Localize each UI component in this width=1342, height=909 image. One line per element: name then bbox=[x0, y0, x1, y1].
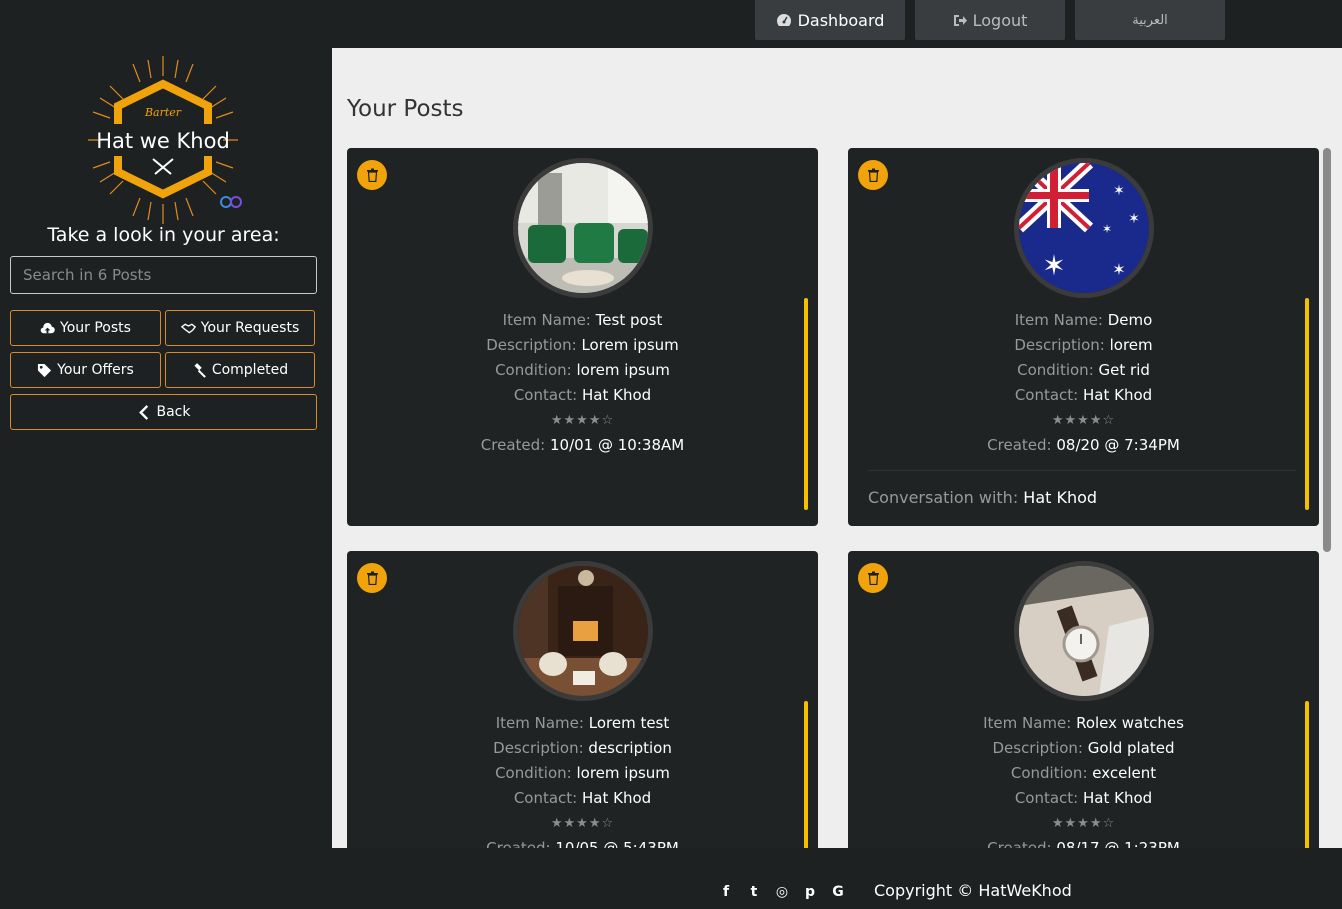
post-card: ✶ ✶ ✶ ✶ ✶ Item Name: Demo Description: lorem… bbox=[848, 148, 1319, 526]
main-content: Your Posts Item Name: Test post Descript… bbox=[332, 48, 1342, 848]
post-item-name: Test post bbox=[595, 311, 663, 329]
post-contact: Hat Khod bbox=[582, 789, 652, 807]
conversation-with: Hat Khod bbox=[1023, 488, 1098, 507]
twitter-icon[interactable]: t bbox=[746, 884, 762, 900]
gavel-icon bbox=[194, 362, 206, 378]
post-info: Item Name: Demo Description: lorem Condi… bbox=[848, 308, 1319, 458]
post-condition: Get rid bbox=[1098, 361, 1150, 379]
star-rating: ★★★★☆ bbox=[550, 413, 615, 428]
delete-button[interactable] bbox=[357, 160, 387, 190]
post-condition: lorem ipsum bbox=[576, 361, 670, 379]
footer: f t ◎ p G Copyright © HatWeKhod bbox=[332, 872, 1342, 909]
your-posts-button[interactable]: Your Posts bbox=[10, 310, 161, 346]
post-card: Item Name: Rolex watches Description: Go… bbox=[848, 551, 1319, 848]
language-label: العربية bbox=[1132, 12, 1168, 28]
post-created: 10/01 @ 10:38AM bbox=[550, 436, 685, 454]
svg-text:✶: ✶ bbox=[1113, 183, 1125, 199]
delete-button[interactable] bbox=[357, 563, 387, 593]
post-image-australia-flag: ✶ ✶ ✶ ✶ ✶ bbox=[1014, 158, 1154, 298]
language-button[interactable]: العربية bbox=[1075, 0, 1225, 40]
post-created: 10/05 @ 5:43PM bbox=[555, 839, 679, 848]
your-requests-button[interactable]: Your Requests bbox=[165, 310, 315, 346]
dashboard-icon bbox=[776, 14, 791, 26]
post-image-green-sofa bbox=[513, 158, 653, 298]
page-title: Your Posts bbox=[347, 96, 464, 122]
completed-button[interactable]: Completed bbox=[165, 352, 315, 388]
logout-button[interactable]: Logout bbox=[915, 0, 1065, 40]
star-rating: ★★★★☆ bbox=[1051, 816, 1116, 831]
post-info: Item Name: Test post Description: Lorem … bbox=[347, 308, 818, 458]
logout-label: Logout bbox=[972, 10, 1028, 30]
post-created: 08/17 @ 1:23PM bbox=[1056, 839, 1180, 848]
svg-text:✶: ✶ bbox=[1112, 260, 1125, 279]
accent-line bbox=[804, 701, 808, 848]
svg-text:✶: ✶ bbox=[1042, 249, 1065, 282]
post-description: lorem bbox=[1109, 336, 1153, 354]
tag-icon bbox=[38, 363, 52, 377]
trash-icon bbox=[867, 571, 879, 585]
post-card: Item Name: Lorem test Description: descr… bbox=[347, 551, 818, 848]
post-contact: Hat Khod bbox=[1083, 789, 1153, 807]
back-label: Back bbox=[156, 404, 191, 420]
your-offers-label: Your Offers bbox=[57, 362, 134, 378]
post-image-living-room bbox=[513, 561, 653, 701]
dashboard-label: Dashboard bbox=[797, 10, 885, 30]
google-icon[interactable]: G bbox=[830, 884, 846, 900]
post-contact: Hat Khod bbox=[582, 386, 652, 404]
social-links: f t ◎ p G bbox=[718, 884, 846, 900]
hat-we-khod-logo: Barter Hat we Khod bbox=[88, 56, 242, 224]
post-item-name: Demo bbox=[1107, 311, 1153, 329]
star-rating: ★★★★☆ bbox=[1051, 413, 1116, 428]
your-requests-label: Your Requests bbox=[200, 320, 300, 336]
facebook-icon[interactable]: f bbox=[718, 884, 734, 900]
delete-button[interactable] bbox=[858, 160, 888, 190]
star-rating: ★★★★☆ bbox=[550, 816, 615, 831]
handshake-icon bbox=[180, 323, 196, 333]
post-info: Item Name: Rolex watches Description: Go… bbox=[848, 711, 1319, 848]
logo-brand-text: Hat we Khod bbox=[96, 129, 230, 153]
your-posts-label: Your Posts bbox=[60, 320, 131, 336]
conversation-row[interactable]: Conversation with: Hat Khod bbox=[868, 470, 1296, 507]
logout-icon bbox=[953, 14, 967, 26]
post-description: description bbox=[588, 739, 672, 757]
post-card: Item Name: Test post Description: Lorem … bbox=[347, 148, 818, 526]
sidebar: Barter Hat we Khod Take a look in your a… bbox=[0, 48, 332, 872]
accent-line bbox=[1305, 701, 1309, 848]
back-button[interactable]: Back bbox=[10, 394, 317, 430]
chevron-left-icon bbox=[138, 404, 148, 420]
trash-icon bbox=[366, 168, 378, 182]
completed-label: Completed bbox=[211, 362, 289, 378]
top-bar: Dashboard Logout العربية bbox=[0, 0, 1342, 48]
delete-button[interactable] bbox=[858, 563, 888, 593]
post-item-name: Lorem test bbox=[588, 714, 670, 732]
accent-line bbox=[804, 298, 808, 510]
post-condition: excelent bbox=[1092, 764, 1157, 782]
svg-text:✶: ✶ bbox=[1128, 211, 1140, 227]
dashboard-button[interactable]: Dashboard bbox=[755, 0, 905, 40]
post-info: Item Name: Lorem test Description: descr… bbox=[347, 711, 818, 848]
post-created: 08/20 @ 7:34PM bbox=[1056, 436, 1180, 454]
post-contact: Hat Khod bbox=[1083, 386, 1153, 404]
logo-sub-text: Barter bbox=[144, 106, 182, 119]
instagram-icon[interactable]: ◎ bbox=[774, 884, 790, 900]
scrollbar[interactable] bbox=[1323, 148, 1331, 552]
search-input[interactable] bbox=[10, 256, 317, 294]
post-description: Lorem ipsum bbox=[581, 336, 679, 354]
post-description: Gold plated bbox=[1087, 739, 1175, 757]
copyright-text: Copyright © HatWeKhod bbox=[874, 881, 1072, 900]
svg-text:✶: ✶ bbox=[1102, 222, 1112, 236]
your-offers-button[interactable]: Your Offers bbox=[10, 352, 161, 388]
area-title: Take a look in your area: bbox=[47, 224, 280, 246]
accent-line bbox=[1305, 298, 1309, 510]
pinterest-icon[interactable]: p bbox=[802, 884, 818, 900]
trash-icon bbox=[366, 571, 378, 585]
post-image-wrist-watch bbox=[1014, 561, 1154, 701]
post-item-name: Rolex watches bbox=[1076, 714, 1184, 732]
cloud-upload-icon bbox=[40, 322, 55, 333]
trash-icon bbox=[867, 168, 879, 182]
post-condition: lorem ipsum bbox=[576, 764, 670, 782]
